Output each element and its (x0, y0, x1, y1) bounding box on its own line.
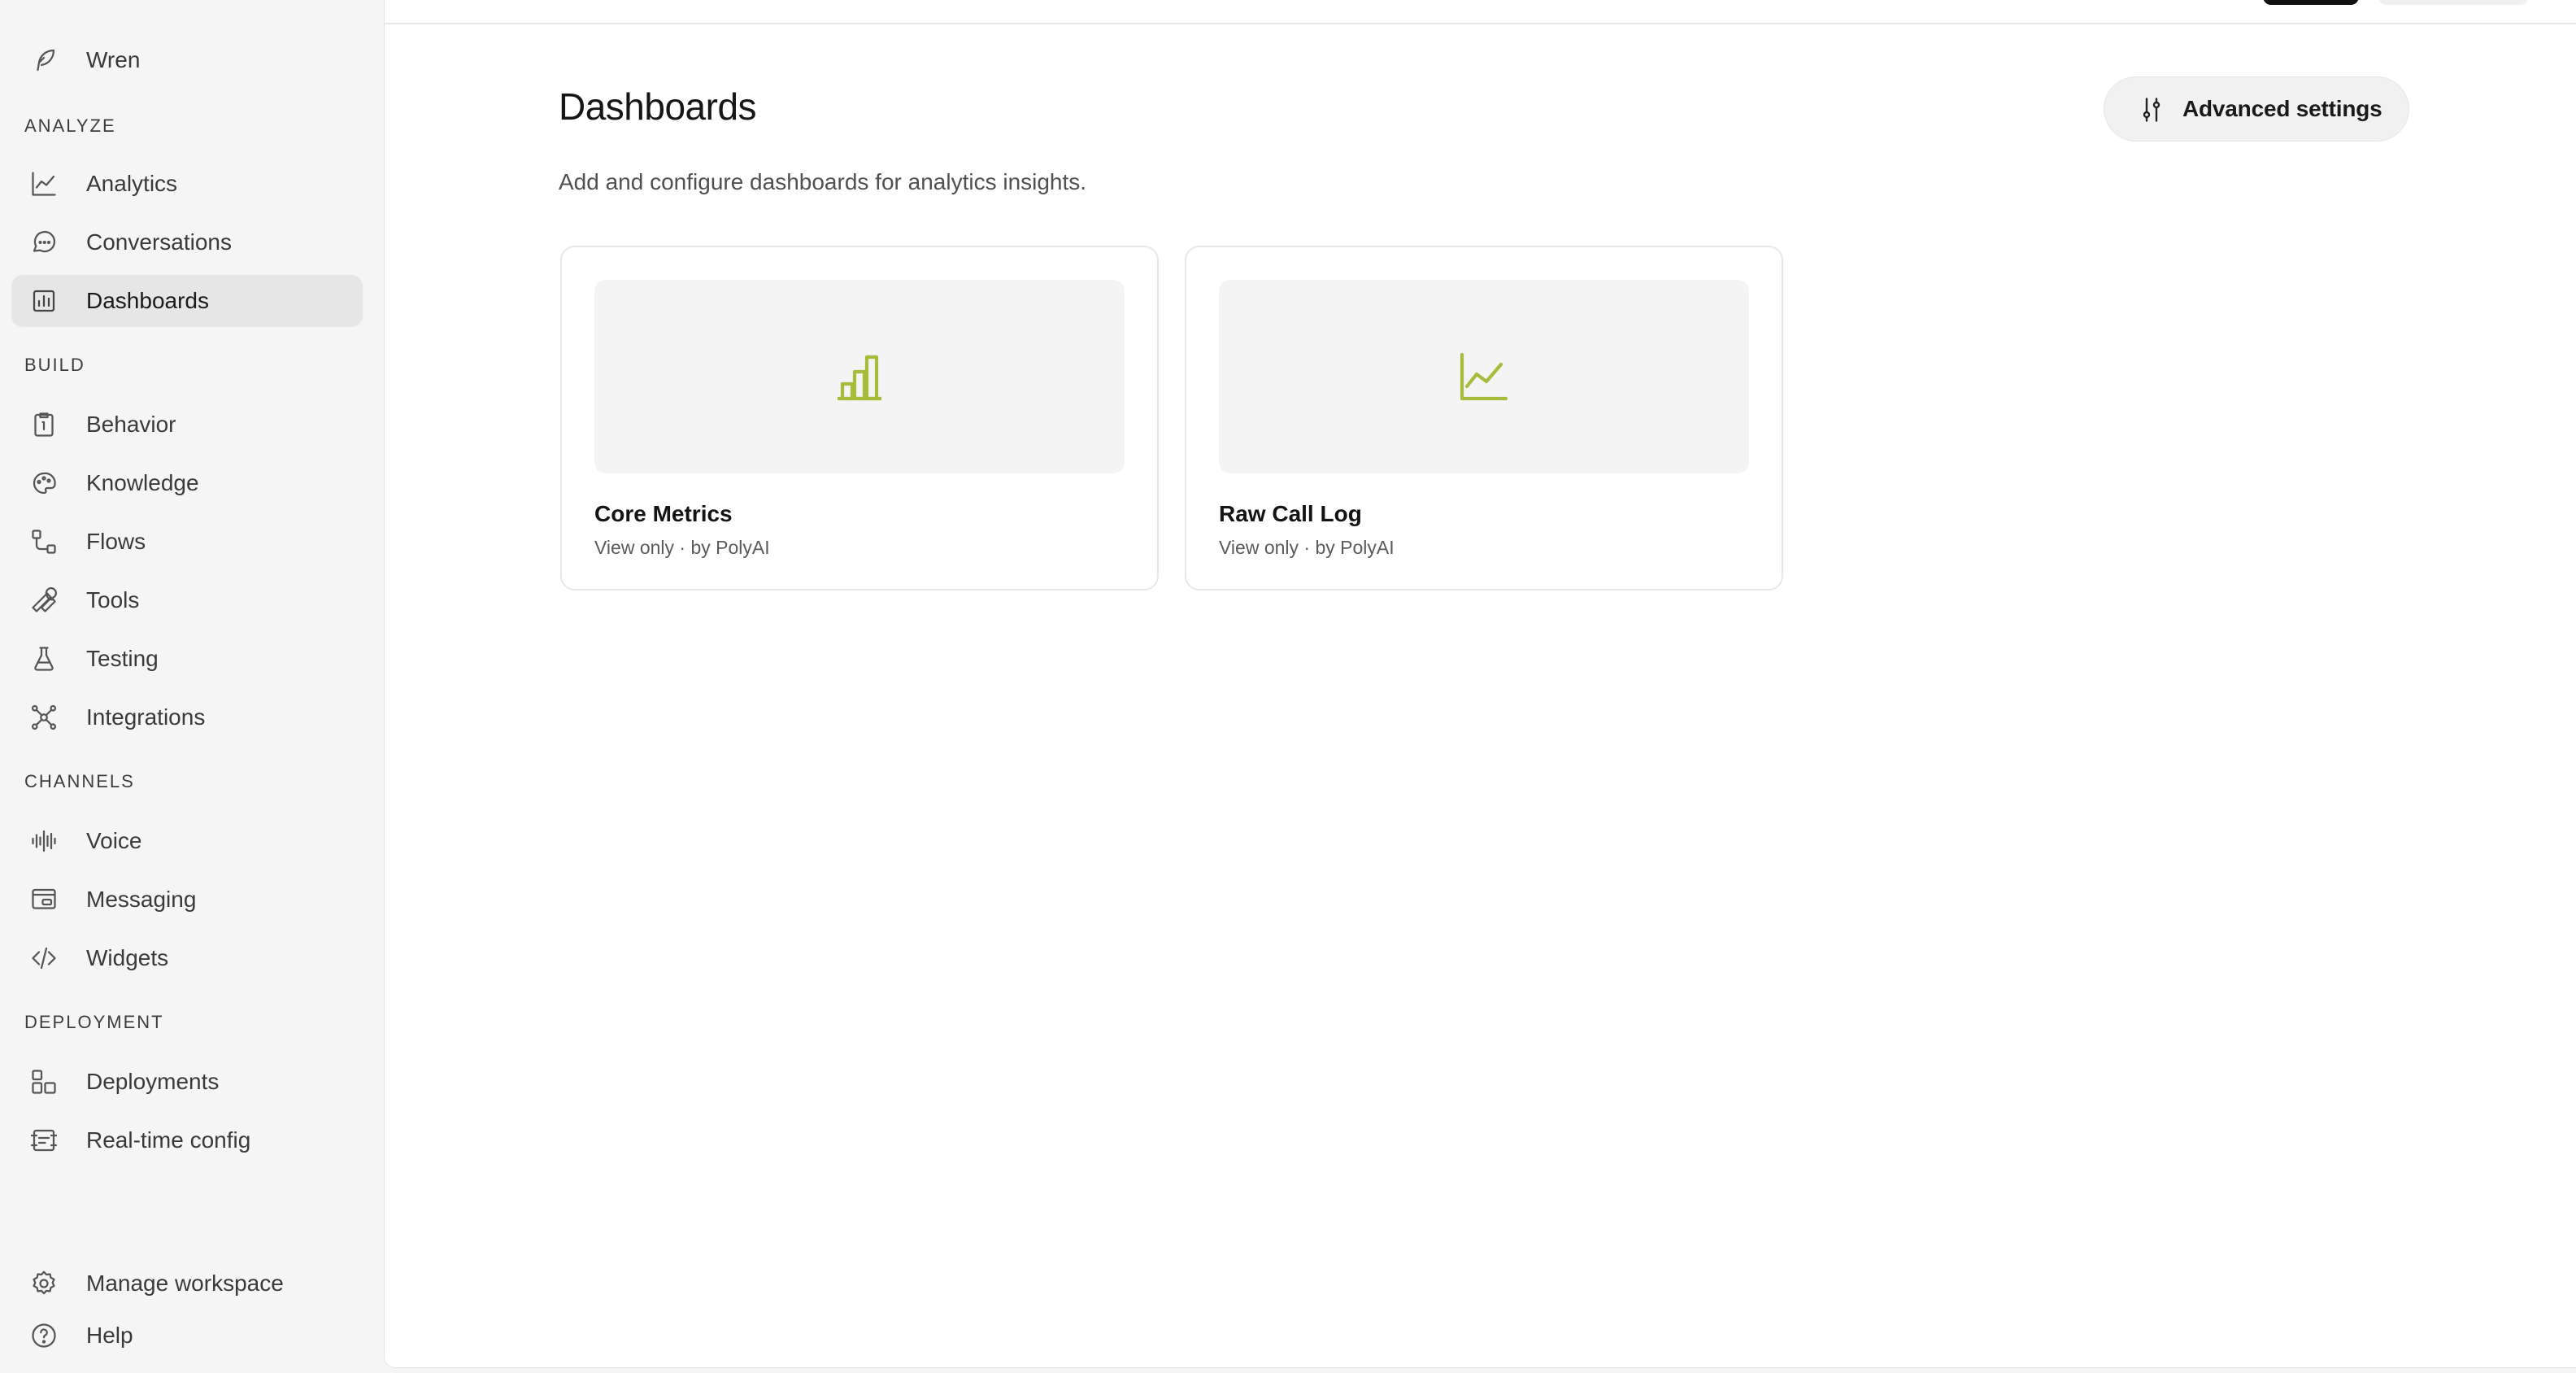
sidebar-item-label: Flows (86, 529, 146, 554)
card-meta: View only · by PolyAI (1219, 537, 1395, 558)
sidebar-item-messaging[interactable]: Messaging (11, 874, 363, 926)
sidebar-item-voice[interactable]: Voice (11, 815, 363, 867)
sidebar-item-realtime-config[interactable]: Real-time config (11, 1114, 363, 1166)
card-thumbnail (1219, 280, 1749, 473)
bar-chart-icon (838, 355, 881, 401)
flask-icon (29, 644, 59, 673)
advanced-settings-label: Advanced settings (2182, 96, 2382, 121)
top-dark-button[interactable] (2263, 0, 2359, 5)
dashboard-card[interactable]: Raw Call Log View only · by PolyAI (1185, 246, 1783, 591)
sidebar-item-label: Analytics (86, 171, 178, 196)
advanced-settings-button[interactable]: Advanced settings (2104, 76, 2409, 142)
sidebar-item-label: Tools (86, 587, 140, 612)
sidebar-item-dashboards[interactable]: Dashboards (11, 275, 363, 327)
sidebar-item-flows[interactable]: Flows (11, 516, 363, 568)
workspace-brand[interactable]: Wren (11, 34, 363, 86)
sidebar-item-testing[interactable]: Testing (11, 633, 363, 685)
page-title: Dashboards (559, 85, 757, 128)
wrench-icon (29, 586, 59, 615)
section-analyze: ANALYZE (24, 116, 116, 136)
top-divider (385, 23, 2576, 24)
card-title: Raw Call Log (1219, 501, 1362, 526)
sliders-icon (2137, 95, 2166, 124)
card-thumbnail (594, 280, 1125, 473)
app-root: Wren ANALYZE Analytics Conversations Das… (0, 0, 2576, 1373)
waveform-icon (29, 826, 59, 856)
brain-icon (29, 469, 59, 498)
sidebar-item-label: Dashboards (86, 288, 209, 313)
sidebar-item-label: Behavior (86, 412, 176, 437)
top-light-button[interactable] (2378, 0, 2528, 5)
sidebar-item-label: Conversations (86, 229, 232, 255)
sidebar-item-label: Testing (86, 646, 159, 671)
sidebar-item-deployments[interactable]: Deployments (11, 1056, 363, 1108)
sidebar-item-label: Voice (86, 828, 142, 853)
feather-icon (29, 46, 59, 75)
sidebar: Wren ANALYZE Analytics Conversations Das… (0, 0, 382, 1373)
sidebar-item-label: Widgets (86, 945, 169, 970)
card-meta: View only · by PolyAI (594, 537, 770, 558)
line-chart-icon (29, 169, 59, 198)
sidebar-item-knowledge[interactable]: Knowledge (11, 457, 363, 509)
sidebar-item-help[interactable]: Help (11, 1310, 363, 1362)
sidebar-item-behavior[interactable]: Behavior (11, 399, 363, 451)
sidebar-item-analytics[interactable]: Analytics (11, 158, 363, 210)
message-window-icon (29, 885, 59, 914)
dashboard-icon (29, 286, 59, 316)
main-panel: Dashboards Add and configure dashboards … (384, 0, 2576, 1368)
page-subtitle: Add and configure dashboards for analyti… (559, 169, 1087, 194)
sidebar-item-label: Knowledge (86, 470, 199, 495)
sidebar-item-label: Messaging (86, 887, 197, 912)
sidebar-item-conversations[interactable]: Conversations (11, 216, 363, 268)
brand-label: Wren (86, 47, 141, 72)
sidebar-item-label: Real-time config (86, 1127, 251, 1153)
gear-icon (29, 1269, 59, 1298)
blocks-icon (29, 1067, 59, 1096)
chat-bubble-icon (29, 228, 59, 257)
sidebar-item-tools[interactable]: Tools (11, 574, 363, 626)
code-icon (29, 944, 59, 973)
dashboard-card[interactable]: Core Metrics View only · by PolyAI (560, 246, 1159, 591)
sidebar-item-widgets[interactable]: Widgets (11, 932, 363, 984)
sidebar-item-label: Help (86, 1323, 133, 1348)
line-chart-icon (1460, 352, 1508, 401)
section-channels: CHANNELS (24, 771, 135, 791)
section-deployment: DEPLOYMENT (24, 1012, 164, 1032)
sidebar-item-integrations[interactable]: Integrations (11, 691, 363, 743)
sidebar-item-label: Deployments (86, 1069, 220, 1094)
sidebar-item-label: Manage workspace (86, 1271, 284, 1296)
sidebar-item-manage-workspace[interactable]: Manage workspace (11, 1257, 363, 1310)
section-build: BUILD (24, 355, 85, 375)
card-title: Core Metrics (594, 501, 733, 526)
flow-icon (29, 527, 59, 556)
config-frame-icon (29, 1126, 59, 1155)
network-icon (29, 703, 59, 732)
help-circle-icon (29, 1321, 59, 1350)
sidebar-item-label: Integrations (86, 704, 206, 730)
clipboard-icon (29, 410, 59, 439)
